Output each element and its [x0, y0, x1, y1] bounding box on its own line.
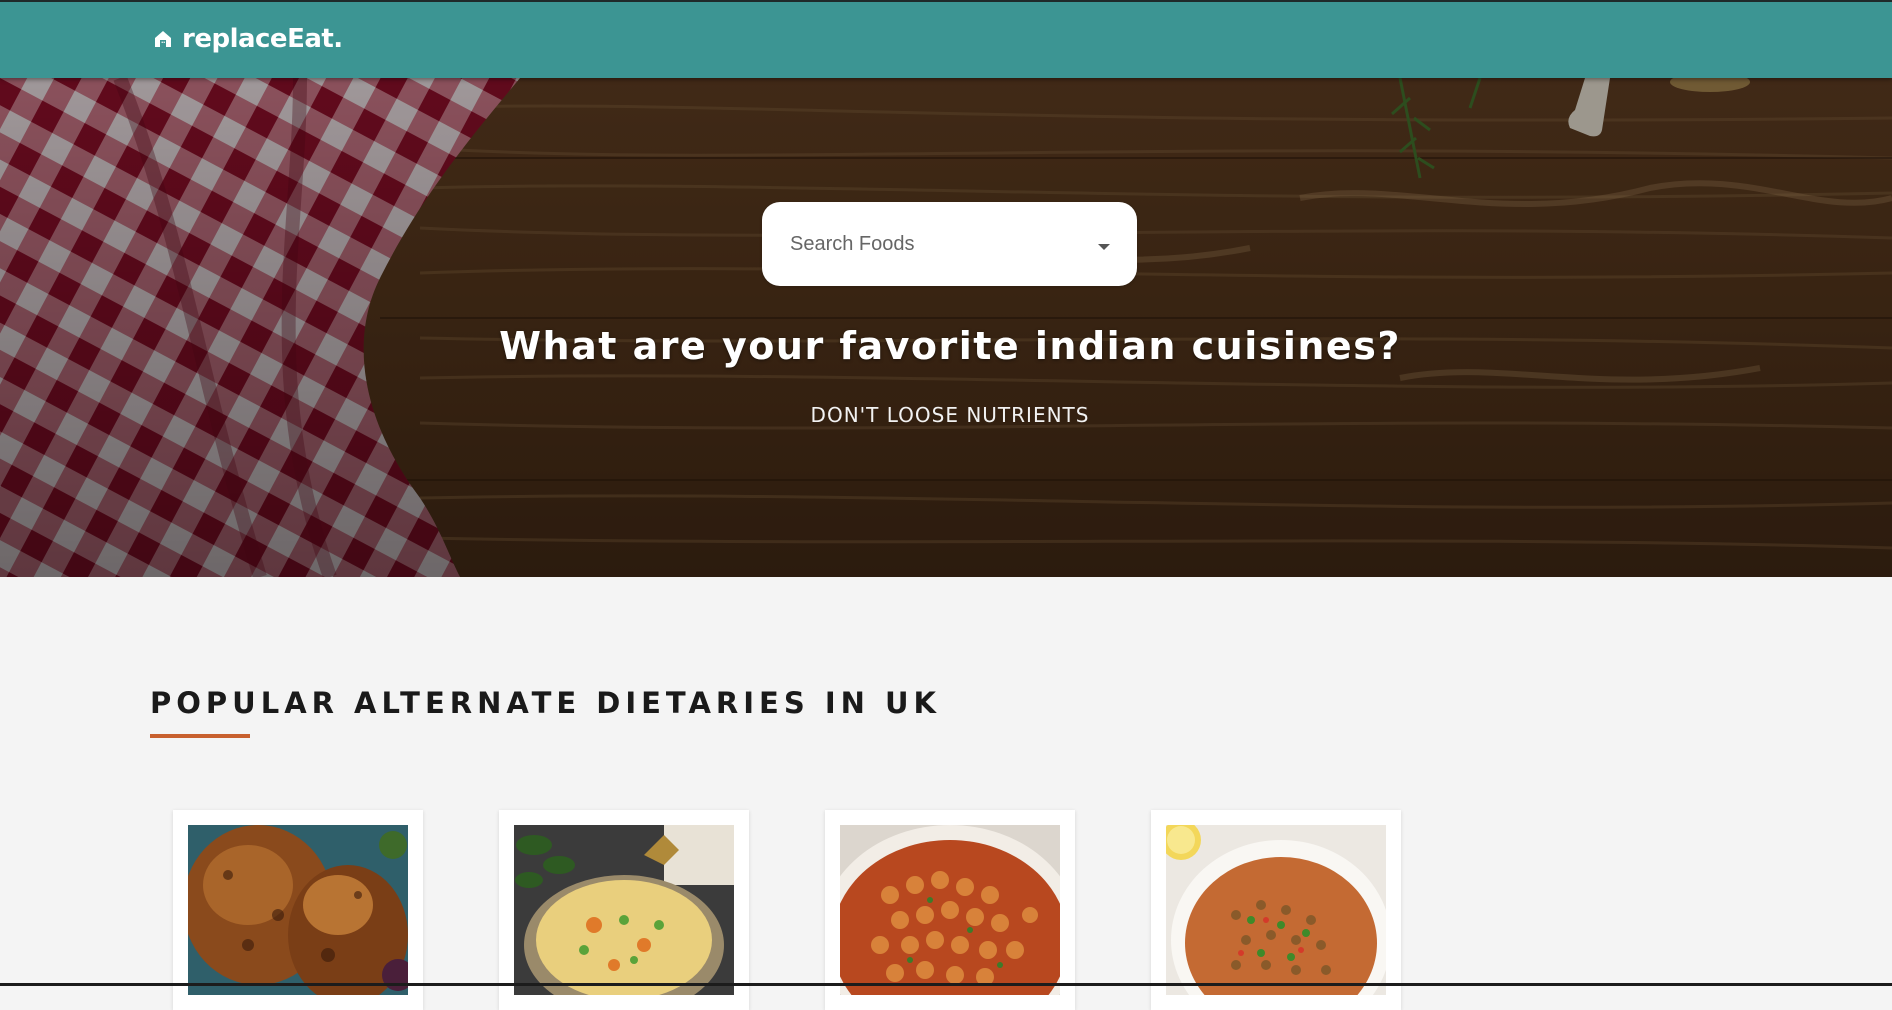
chickpea-curry-image [840, 825, 1060, 995]
search-foods-dropdown[interactable] [762, 202, 1137, 286]
search-foods-input[interactable] [788, 231, 1097, 257]
section-title: POPULAR ALTERNATE DIETARIES IN UK [150, 686, 941, 720]
lentil-soup-image [1166, 825, 1386, 995]
hero-subtitle: DON'T LOOSE NUTRIENTS [810, 403, 1090, 427]
brand-logo-link[interactable]: replaceEat. [152, 24, 343, 54]
vegetable-curry-image [514, 825, 734, 995]
hero-banner: What are your favorite indian cuisines? … [0, 78, 1892, 577]
section-title-underline [150, 734, 250, 738]
food-card[interactable] [825, 810, 1075, 1010]
food-card[interactable] [173, 810, 423, 1010]
hero-title: What are your favorite indian cuisines? [499, 324, 1401, 368]
brand-name: replaceEat. [182, 24, 343, 54]
food-card[interactable] [499, 810, 749, 1010]
top-navbar: replaceEat. [0, 0, 1892, 78]
home-icon [152, 28, 174, 50]
food-card[interactable] [1151, 810, 1401, 1010]
caret-down-icon[interactable] [1097, 239, 1111, 250]
roast-chicken-image [188, 825, 408, 995]
